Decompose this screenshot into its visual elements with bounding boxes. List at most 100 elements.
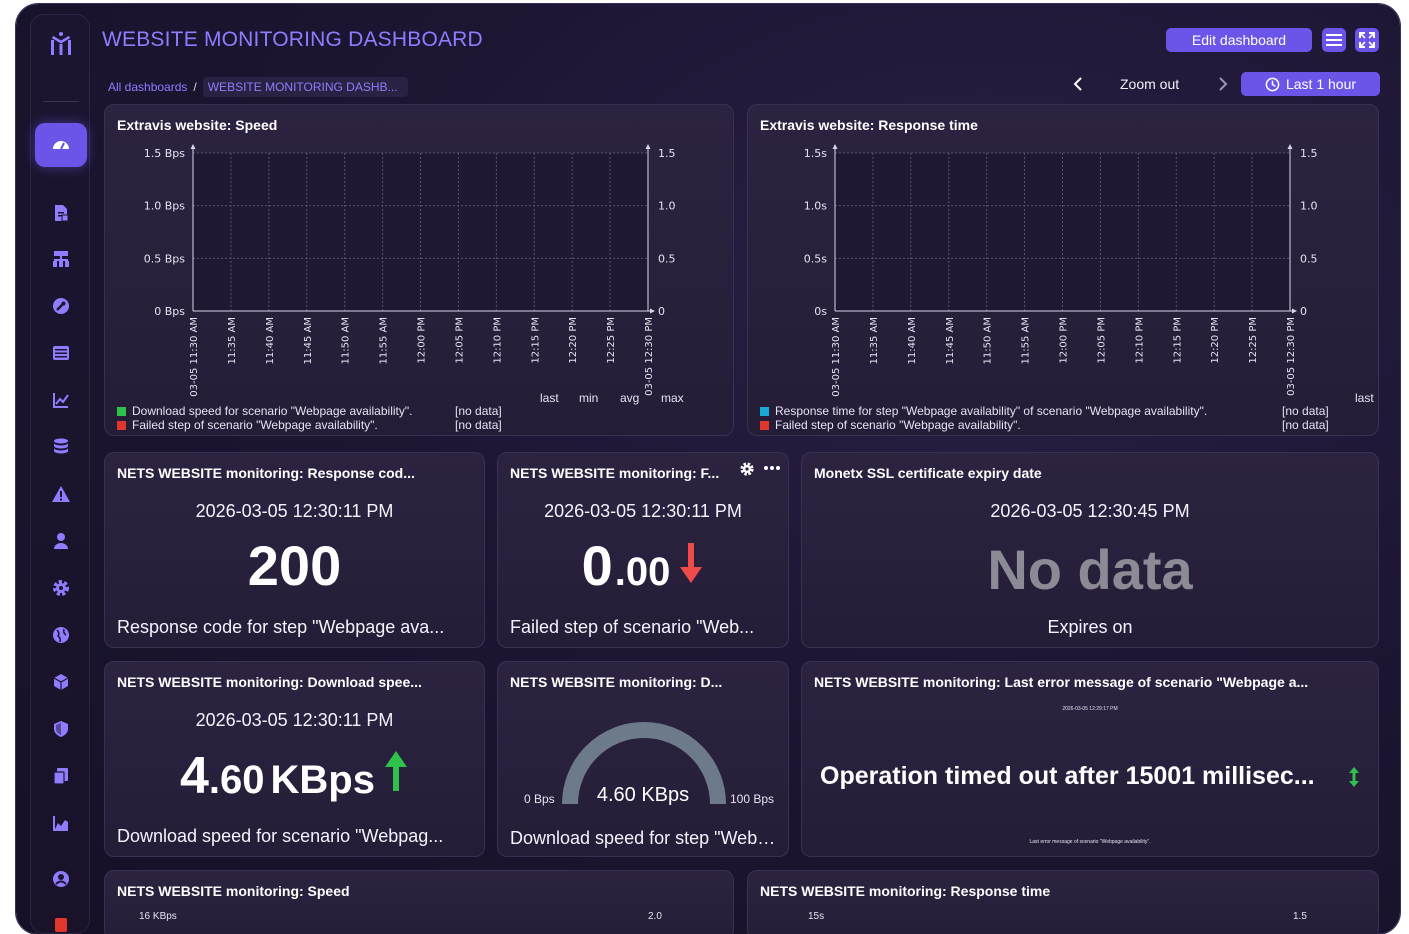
value-integer: 0 xyxy=(581,534,613,597)
y-axis-arrow xyxy=(190,144,196,149)
legend-value: [no data] xyxy=(1282,418,1329,432)
speed-graph-widget[interactable]: Extravis website: Speed 1.5 Bps 1.5 1.0 Bp… xyxy=(104,104,734,436)
legend-header-last: last xyxy=(1355,391,1374,405)
line-chart-icon xyxy=(53,393,69,408)
sidebar-item-topology[interactable] xyxy=(35,237,87,281)
breadcrumb-current[interactable]: WEBSITE MONITORING DASHB... xyxy=(202,77,408,97)
x-tick-label: 11:35 AM xyxy=(227,317,238,364)
legend-value: [no data] xyxy=(455,418,502,432)
legend-item[interactable]: Failed step of scenario "Webpage availab… xyxy=(760,418,1207,432)
nets-response-graph-widget[interactable]: NETS WEBSITE monitoring: Response time 1… xyxy=(747,870,1379,934)
x-tick-label: 11:55 AM xyxy=(379,317,390,364)
sidebar-item-trends[interactable] xyxy=(35,801,87,845)
item-description: Download speed for step "Webp... xyxy=(510,828,778,848)
sidebar-item-list[interactable] xyxy=(35,331,87,375)
speed-graph: 1.5 Bps 1.51.0 Bps 1.00.5 Bps 0.50 Bps 003-0… xyxy=(144,144,676,397)
x-tick-label: 11:45 AM xyxy=(945,317,956,364)
sidebar-item-dashboard[interactable] xyxy=(35,123,87,167)
time-next-button[interactable] xyxy=(1213,74,1233,94)
copy-icon xyxy=(53,768,68,785)
sidebar-item-security[interactable] xyxy=(35,707,87,751)
edit-dashboard-button[interactable]: Edit dashboard xyxy=(1166,28,1312,52)
sidebar-item-reports[interactable] xyxy=(35,191,87,235)
y-axis-right-top-label: 1.5 xyxy=(1293,911,1307,922)
time-range-button[interactable]: Last 1 hour xyxy=(1241,72,1380,96)
item-description: Expires on xyxy=(1047,617,1133,637)
response-code-widget[interactable]: NETS WEBSITE monitoring: Response cod...… xyxy=(104,452,485,648)
legend-item[interactable]: Failed step of scenario "Webpage availab… xyxy=(117,418,412,432)
x-axis-arrow xyxy=(650,308,655,314)
y-axis-arrow xyxy=(1287,144,1293,149)
legend-value: [no data] xyxy=(455,404,502,418)
x-tick-label: 12:05 PM xyxy=(1096,317,1107,364)
last-error-widget[interactable]: NETS WEBSITE monitoring: Last error mess… xyxy=(801,661,1379,857)
y-axis-arrow xyxy=(832,144,838,149)
y-axis-right-top-label: 2.0 xyxy=(648,911,662,922)
y-tick-label-left: 0s xyxy=(814,305,827,318)
plot-area xyxy=(193,153,648,311)
value-decimal: .60 xyxy=(208,758,265,802)
legend-item[interactable]: Response time for step "Webpage availabi… xyxy=(760,404,1207,418)
legend-label: Failed step of scenario "Webpage availab… xyxy=(775,418,1021,432)
item-timestamp: 2026-03-05 12:29:17 PM xyxy=(1062,706,1118,712)
x-tick-label: 11:40 AM xyxy=(907,317,918,364)
time-prev-button[interactable] xyxy=(1068,74,1088,94)
item-value: 200 xyxy=(247,534,342,597)
graph-legend: Response time for step "Webpage availabi… xyxy=(760,404,1207,432)
download-speed-widget[interactable]: NETS WEBSITE monitoring: Download spee..… xyxy=(104,661,485,857)
x-tick-label: 12:10 PM xyxy=(1134,317,1145,364)
y-tick-label-right: 1.0 xyxy=(658,200,676,213)
x-axis-arrow xyxy=(1292,308,1297,314)
menu-button[interactable] xyxy=(1322,28,1346,52)
user-icon xyxy=(54,533,68,549)
no-data-label: No data xyxy=(987,538,1193,601)
legend-item[interactable]: Download speed for scenario "Webpage ava… xyxy=(117,404,412,418)
sidebar-item-inventory[interactable] xyxy=(35,660,87,704)
download-gauge-widget[interactable]: NETS WEBSITE monitoring: D... 0 Bps 100 … xyxy=(497,661,789,857)
gauge-value: 4.60 KBps xyxy=(596,784,690,806)
breadcrumb-all-dashboards[interactable]: All dashboards xyxy=(108,80,187,94)
zoom-out-button[interactable]: Zoom out xyxy=(1120,76,1179,92)
sidebar-item-users[interactable] xyxy=(35,519,87,563)
legend-swatch xyxy=(117,420,126,430)
sidebar-item-tools[interactable] xyxy=(35,284,87,328)
sidebar-item-data[interactable] xyxy=(35,425,87,469)
y-tick-label-right: 0 xyxy=(658,305,665,318)
y-tick-label-right: 0.5 xyxy=(658,252,676,265)
response-time-graph-widget[interactable]: Extravis website: Response time 1.5s 1.5 1… xyxy=(747,104,1379,436)
fullscreen-icon xyxy=(1359,32,1375,48)
widget-title: NETS WEBSITE monitoring: Download spee..… xyxy=(117,674,422,690)
sidebar-item-settings[interactable] xyxy=(35,566,87,610)
x-tick-label: 11:45 AM xyxy=(303,317,314,364)
failed-step-widget[interactable]: NETS WEBSITE monitoring: F... 2026-03-05… xyxy=(497,452,789,648)
nets-speed-graph-widget[interactable]: NETS WEBSITE monitoring: Speed 16 KBps 2… xyxy=(104,870,734,934)
gear-icon xyxy=(53,580,69,596)
database-icon xyxy=(54,438,68,454)
y-axis-arrow xyxy=(645,144,651,149)
ssl-expiry-widget[interactable]: Monetx SSL certificate expiry date 2026-… xyxy=(801,452,1379,648)
item-description: Failed step of scenario "Web... xyxy=(510,617,755,637)
response-time-graph: 1.5s 1.5 1.0s 1.0 0.5s 0.5 0s 0 03-05 11:30 AM 11… xyxy=(804,144,1318,397)
sidebar-item-web[interactable] xyxy=(35,613,87,657)
sidebar-item-services[interactable] xyxy=(35,754,87,798)
item-timestamp: 2026-03-05 12:30:11 PM xyxy=(544,501,742,521)
y-tick-label-left: 1.0s xyxy=(804,200,827,213)
y-tick-label-right: 1.5 xyxy=(658,147,676,160)
sidebar-item-profile[interactable] xyxy=(35,857,87,901)
widget-more-icon[interactable] xyxy=(764,465,780,471)
x-tick-label: 12:15 PM xyxy=(530,317,541,364)
x-tick-label: 12:05 PM xyxy=(454,317,465,364)
x-tick-label: 11:40 AM xyxy=(265,317,276,364)
sidebar-item-graphs[interactable] xyxy=(35,378,87,422)
widget-settings-icon[interactable] xyxy=(739,461,755,477)
sidebar-item-signout[interactable] xyxy=(35,903,87,934)
list-icon xyxy=(53,346,69,360)
item-timestamp: 2026-03-05 12:30:11 PM xyxy=(195,501,394,521)
x-tick-label: 11:55 AM xyxy=(1021,317,1032,364)
legend-header-avg: avg xyxy=(620,391,640,405)
fullscreen-button[interactable] xyxy=(1355,28,1379,52)
sidebar-item-alerts[interactable] xyxy=(35,472,87,516)
item-value: Operation timed out after 15001 millisec… xyxy=(820,762,1315,790)
x-tick-label: 03-05 12:30 PM xyxy=(644,317,655,396)
legend-value: [no data] xyxy=(1282,404,1329,418)
